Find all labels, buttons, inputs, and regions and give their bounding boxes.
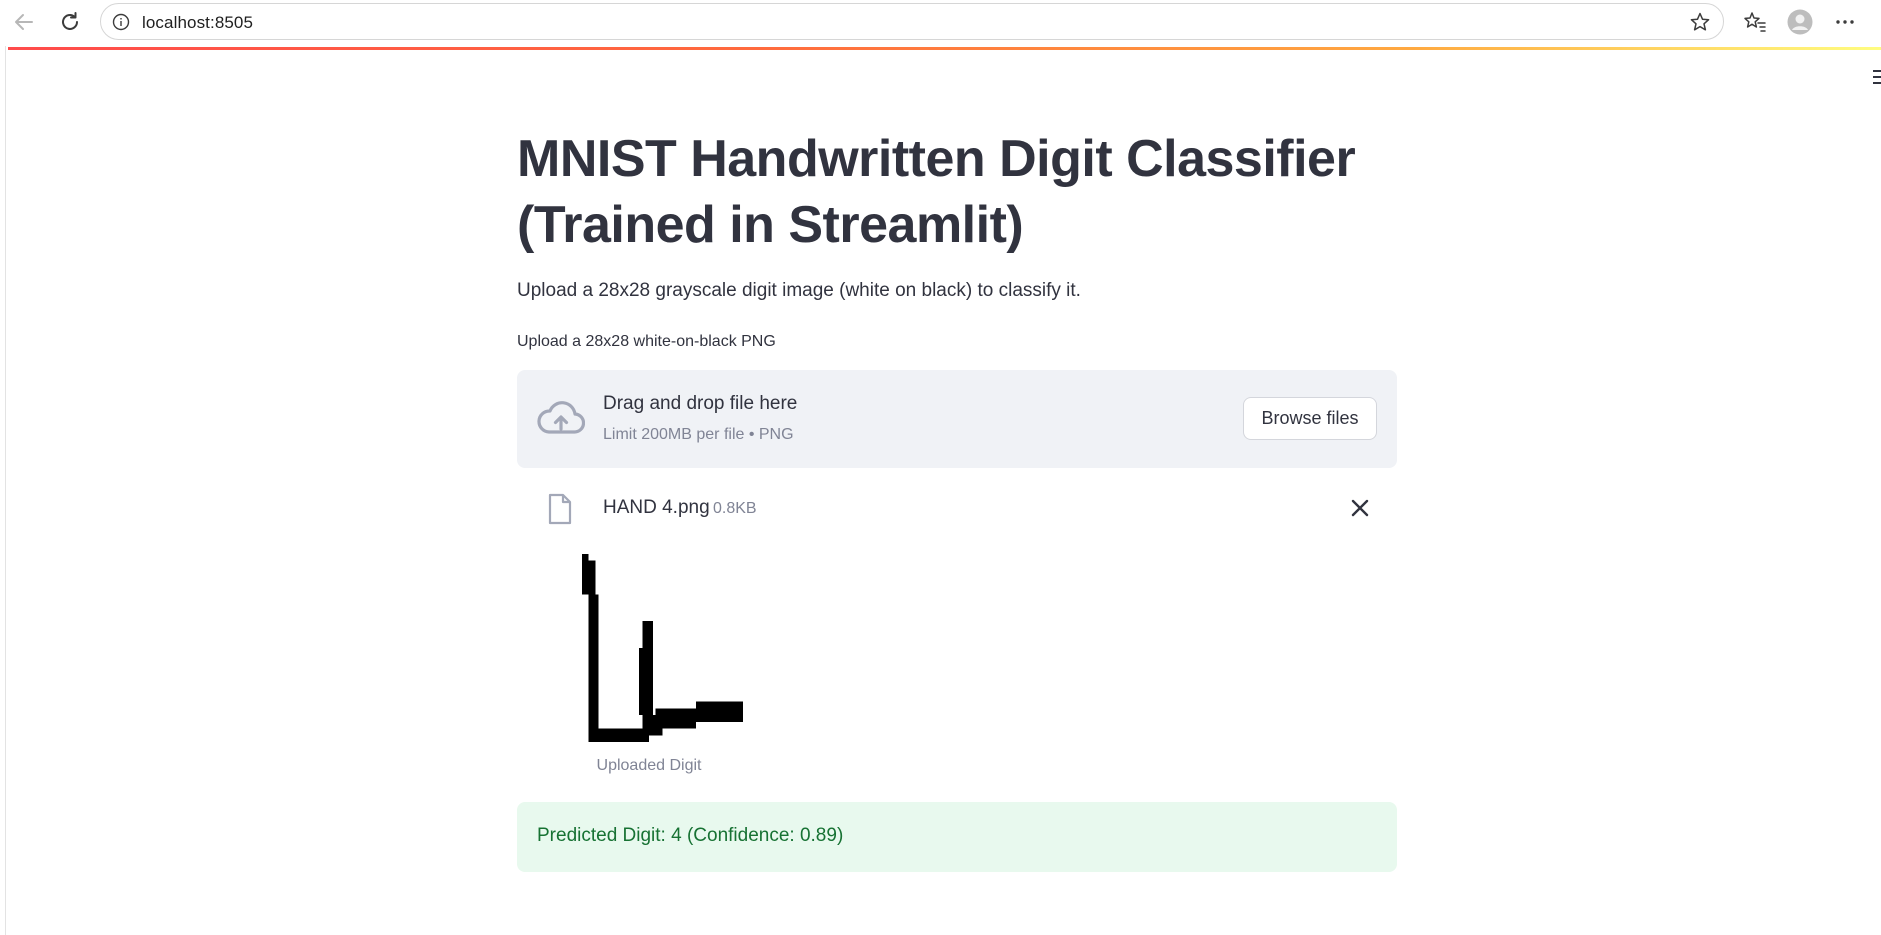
address-bar[interactable]: localhost:8505 xyxy=(100,3,1724,40)
more-icon xyxy=(1836,20,1854,24)
refresh-button[interactable] xyxy=(54,8,86,36)
file-dropzone[interactable]: Drag and drop file here Limit 200MB per … xyxy=(517,370,1397,468)
file-size: 0.8KB xyxy=(713,500,757,517)
uploaded-file-row: HAND 4.png 0.8KB xyxy=(517,488,1397,534)
prediction-alert: Predicted Digit: 4 (Confidence: 0.89) xyxy=(517,802,1397,872)
more-button[interactable] xyxy=(1832,9,1858,35)
page-title: MNIST Handwritten Digit Classifier (Train… xyxy=(517,126,1417,258)
dropzone-title: Drag and drop file here xyxy=(603,393,798,414)
file-icon xyxy=(548,493,572,525)
close-icon[interactable] xyxy=(1348,496,1372,520)
profile-icon xyxy=(1787,9,1813,35)
profile-button[interactable] xyxy=(1787,9,1813,35)
favorites-button[interactable] xyxy=(1742,9,1768,35)
title-line-1: MNIST Handwritten Digit Classifier xyxy=(517,130,1356,188)
browse-files-button[interactable]: Browse files xyxy=(1243,397,1377,440)
file-name: HAND 4.png xyxy=(603,497,710,518)
back-arrow-icon xyxy=(15,14,33,30)
uploader-label: Upload a 28x28 white-on-black PNG xyxy=(517,333,776,350)
prediction-text: Predicted Digit: 4 (Confidence: 0.89) xyxy=(537,825,844,846)
star-icon[interactable] xyxy=(1689,11,1711,33)
refresh-icon xyxy=(62,12,78,30)
cloud-upload-icon xyxy=(537,401,585,434)
title-line-2: (Trained in Streamlit) xyxy=(517,196,1024,254)
image-caption: Uploaded Digit xyxy=(596,757,702,774)
browser-toolbar: localhost:8505 xyxy=(0,0,1881,46)
page-subtitle: Upload a 28x28 grayscale digit image (wh… xyxy=(517,280,1081,301)
left-edge xyxy=(0,46,6,935)
status-gradient-bar xyxy=(8,47,1881,50)
menu-icon[interactable] xyxy=(1873,70,1881,84)
info-icon[interactable] xyxy=(112,13,130,31)
url-text[interactable]: localhost:8505 xyxy=(142,13,253,33)
uploaded-digit-image xyxy=(555,554,743,742)
back-button[interactable] xyxy=(8,8,40,36)
dropzone-limit: Limit 200MB per file • PNG xyxy=(603,426,794,443)
favorites-icon xyxy=(1744,12,1766,32)
